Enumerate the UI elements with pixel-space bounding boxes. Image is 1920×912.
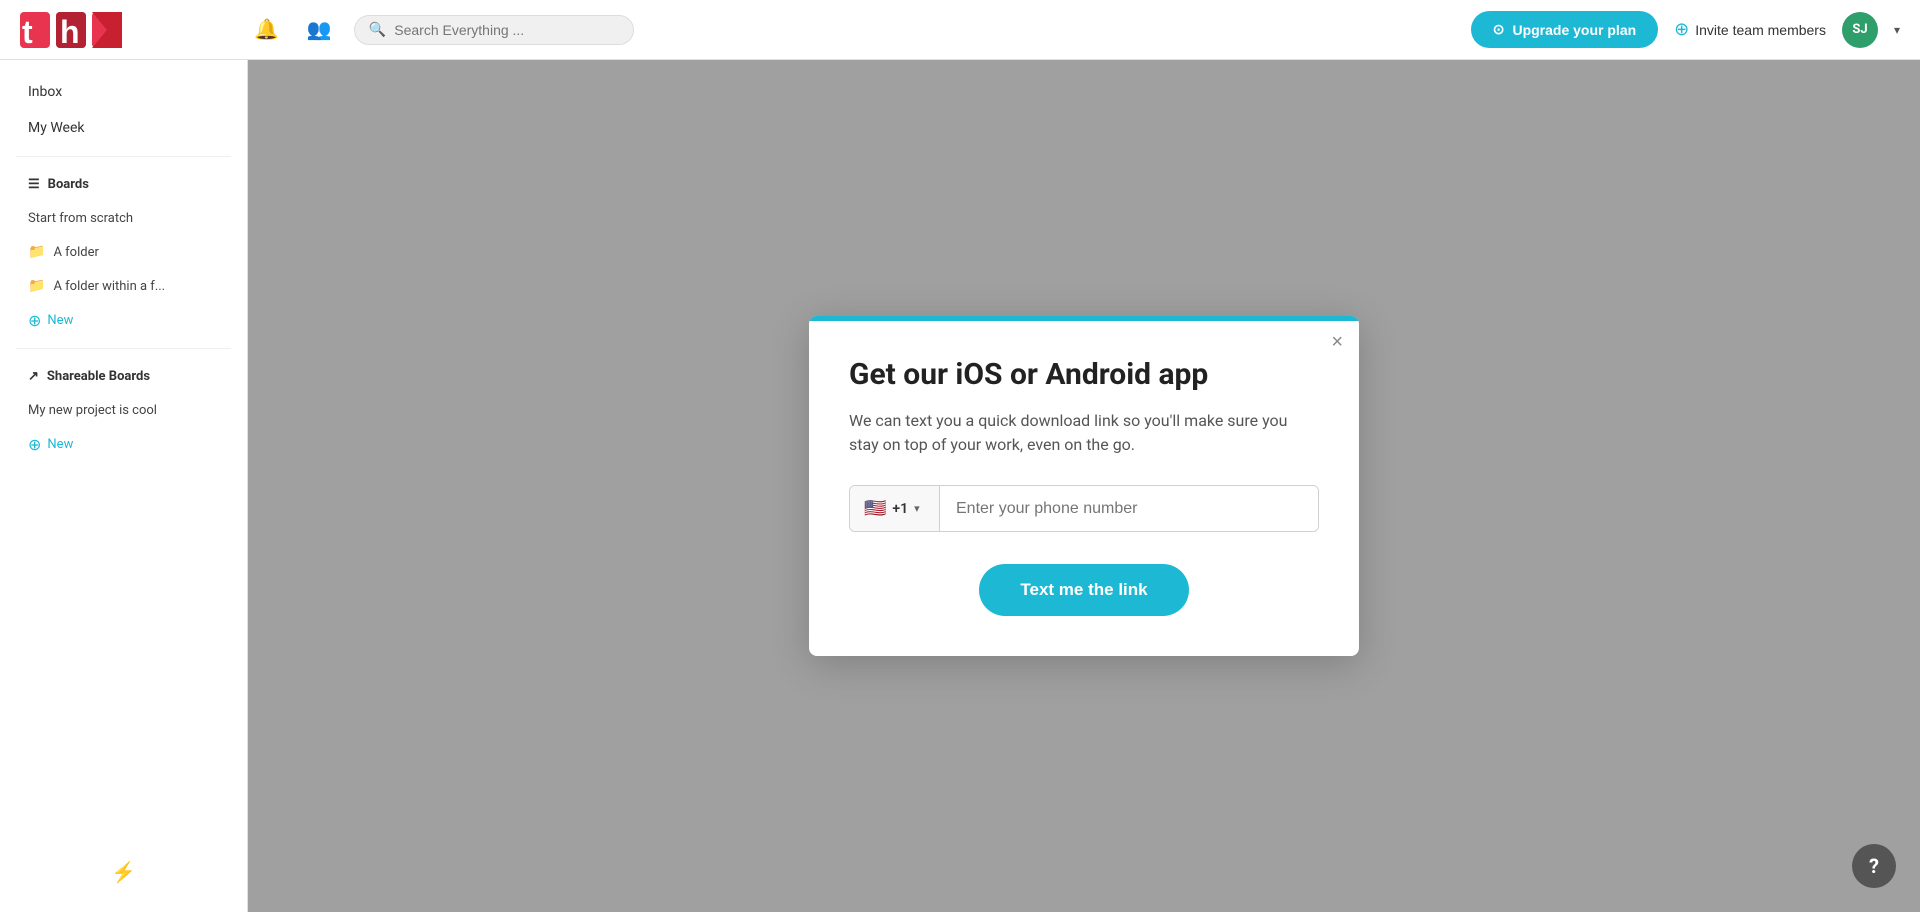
phone-input-row: 🇺🇸 +1 ▾ [849, 485, 1319, 532]
help-button[interactable]: ? [1852, 844, 1896, 888]
flag-emoji: 🇺🇸 [864, 498, 886, 519]
bell-icon: 🔔 [254, 17, 279, 42]
hamburger-icon: ☰ [28, 177, 40, 192]
modal-close-button[interactable]: × [1331, 332, 1343, 352]
sidebar-bottom: ⚡ [0, 848, 247, 896]
share-icon: ↗ [28, 369, 39, 384]
avatar-dropdown-caret[interactable]: ▾ [1894, 23, 1900, 37]
notifications-button[interactable]: 🔔 [248, 11, 285, 48]
sidebar-shareable-section: ↗ Shareable Boards [8, 361, 239, 392]
lightning-icon[interactable]: ⚡ [111, 860, 136, 884]
plus-circle-icon-2: ⊕ [28, 435, 41, 454]
top-navigation: t h 🔔 👥 🔍 ⊙ Upgrade your plan ⊕ Invite t… [0, 0, 1920, 60]
app-logo: t h [20, 8, 220, 52]
shareable-new-button[interactable]: ⊕ New [8, 429, 239, 460]
sidebar-item-folder1[interactable]: 📁 A folder [8, 237, 239, 267]
sidebar-item-shareable-board1[interactable]: My new project is cool [8, 396, 239, 425]
folder-icon-1: 📁 [28, 244, 45, 260]
sidebar-divider-2 [16, 348, 231, 349]
upgrade-icon: ⊙ [1493, 21, 1505, 38]
modal-overlay: × Get our iOS or Android app We can text… [248, 60, 1920, 912]
search-input[interactable] [394, 22, 619, 38]
people-icon: 👥 [307, 17, 332, 42]
sidebar-divider-1 [16, 156, 231, 157]
search-bar: 🔍 [354, 15, 634, 45]
sidebar-item-my-week[interactable]: My Week [8, 112, 239, 144]
sidebar-boards-section: ☰ Boards [8, 169, 239, 200]
country-code: +1 [892, 501, 908, 517]
avatar[interactable]: SJ [1842, 12, 1878, 48]
phone-number-input[interactable] [940, 486, 1318, 531]
modal-dialog: × Get our iOS or Android app We can text… [809, 316, 1359, 656]
sidebar: Inbox My Week ☰ Boards Start from scratc… [0, 60, 248, 912]
text-me-button[interactable]: Text me the link [979, 564, 1189, 616]
contacts-button[interactable]: 👥 [301, 11, 338, 48]
plus-icon: ⊕ [1674, 19, 1689, 40]
sidebar-item-folder2[interactable]: 📁 A folder within a f... [8, 271, 239, 301]
modal-description: We can text you a quick download link so… [849, 409, 1319, 457]
folder-icon-2: 📁 [28, 278, 45, 294]
search-icon: 🔍 [369, 22, 386, 38]
svg-text:t: t [22, 14, 33, 50]
sidebar-item-inbox[interactable]: Inbox [8, 76, 239, 108]
invite-button[interactable]: ⊕ Invite team members [1674, 19, 1826, 40]
main-content: Your archives are empty Boards you don't… [248, 60, 1920, 912]
modal-body: × Get our iOS or Android app We can text… [809, 321, 1359, 656]
main-layout: Inbox My Week ☰ Boards Start from scratc… [0, 60, 1920, 912]
plus-circle-icon-1: ⊕ [28, 311, 41, 330]
modal-title: Get our iOS or Android app [849, 357, 1319, 393]
sidebar-item-start-from-scratch[interactable]: Start from scratch [8, 204, 239, 233]
upgrade-button[interactable]: ⊙ Upgrade your plan [1471, 11, 1658, 48]
boards-new-button[interactable]: ⊕ New [8, 305, 239, 336]
svg-text:h: h [60, 14, 80, 50]
country-dropdown-caret: ▾ [914, 502, 920, 515]
country-select[interactable]: 🇺🇸 +1 ▾ [850, 486, 940, 531]
